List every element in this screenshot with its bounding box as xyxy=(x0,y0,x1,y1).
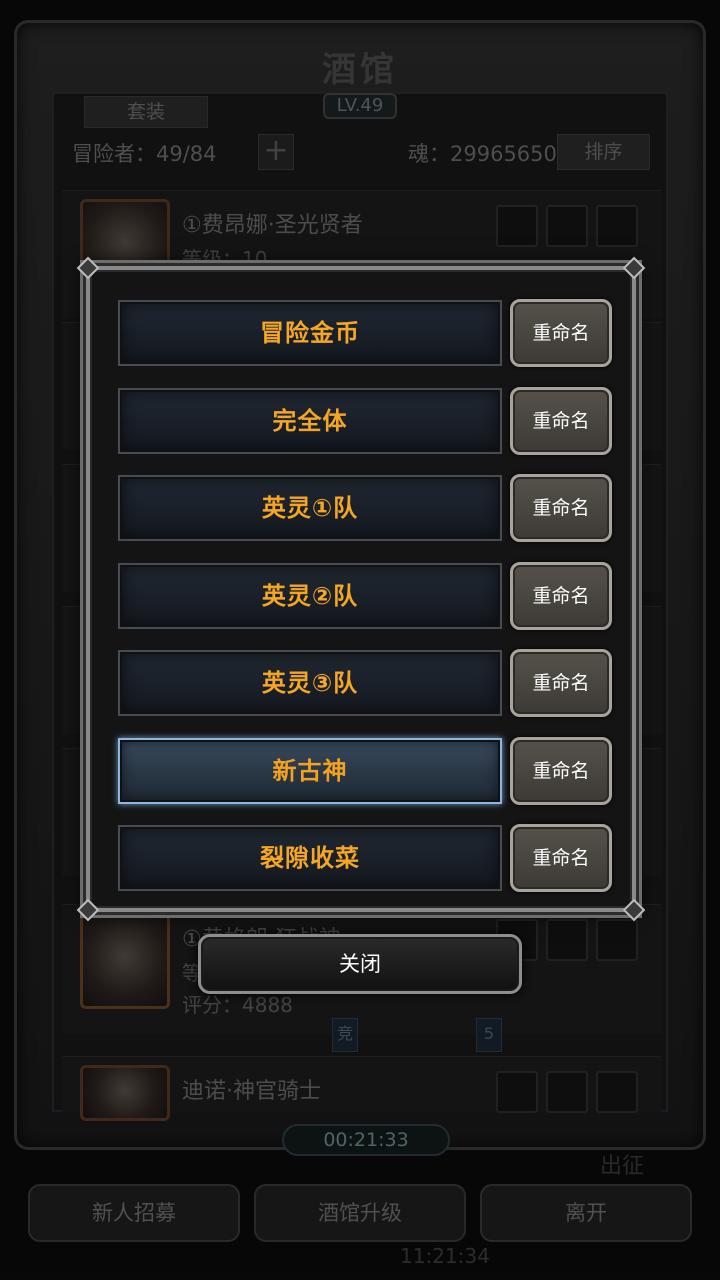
rename-button[interactable]: 重命名 xyxy=(510,649,612,717)
rename-button[interactable]: 重命名 xyxy=(510,737,612,805)
team-slot-button[interactable]: 英灵①队 xyxy=(118,475,502,541)
team-slot-button[interactable]: 英灵③队 xyxy=(118,650,502,716)
team-slot-button[interactable]: 完全体 xyxy=(118,388,502,454)
close-button[interactable]: 关闭 xyxy=(198,934,522,994)
rename-button[interactable]: 重命名 xyxy=(510,824,612,892)
team-slot-button[interactable]: 裂隙收菜 xyxy=(118,825,502,891)
rename-button[interactable]: 重命名 xyxy=(510,387,612,455)
rename-button[interactable]: 重命名 xyxy=(510,562,612,630)
rename-button[interactable]: 重命名 xyxy=(510,474,612,542)
team-row: 冒险金币 重命名 xyxy=(118,299,612,368)
team-row: 英灵②队 重命名 xyxy=(118,562,612,631)
team-row: 英灵①队 重命名 xyxy=(118,474,612,543)
team-rename-dialog: 冒险金币 重命名 完全体 重命名 英灵①队 重命名 英灵②队 重命名 英灵③队 … xyxy=(76,256,646,922)
team-row: 新古神 重命名 xyxy=(118,737,612,806)
team-slot-button[interactable]: 英灵②队 xyxy=(118,563,502,629)
team-row: 英灵③队 重命名 xyxy=(118,649,612,718)
team-slot-button-selected[interactable]: 新古神 xyxy=(118,738,502,804)
rename-button[interactable]: 重命名 xyxy=(510,299,612,367)
team-row: 裂隙收菜 重命名 xyxy=(118,824,612,893)
team-slot-button[interactable]: 冒险金币 xyxy=(118,300,502,366)
team-row: 完全体 重命名 xyxy=(118,387,612,456)
